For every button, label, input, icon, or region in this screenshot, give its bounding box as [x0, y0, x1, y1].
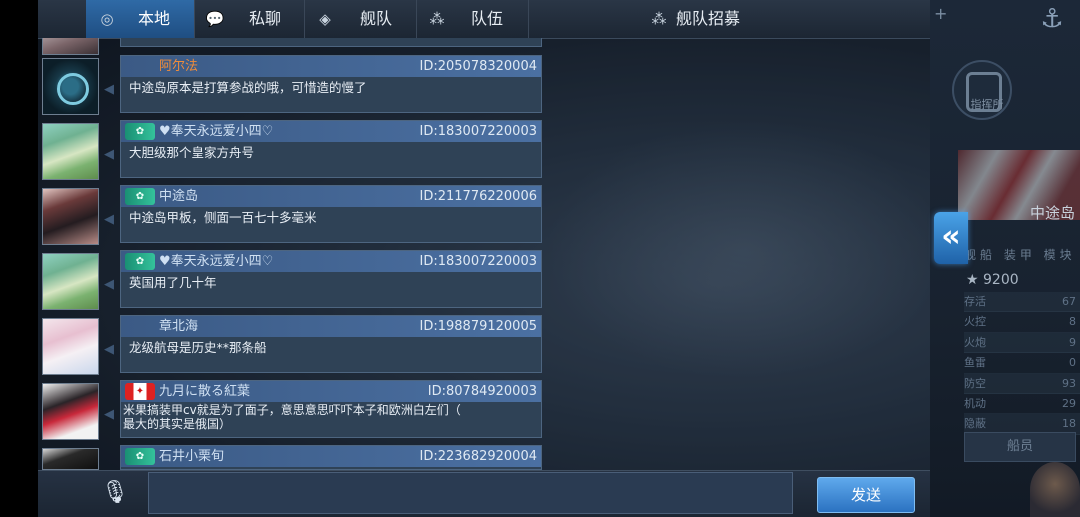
message-bubble [120, 38, 542, 47]
rating-value: 9200 [983, 272, 1019, 288]
message-bubble: 阿尔法 ID:205078320004 中途岛原本是打算参战的哦，可惜造的慢了 [120, 55, 542, 113]
stat-row: 防空 93 [964, 373, 1080, 394]
tab-fleet[interactable]: ◈ 舰队 [304, 0, 417, 38]
avatar[interactable] [42, 253, 99, 310]
sender-name[interactable]: ♥奉天永远爱小四♡ [159, 253, 273, 270]
sender-name[interactable]: 九月に散る紅葉 [159, 383, 250, 400]
message-bubble: ✦ 九月に散る紅葉 ID:80784920003 米果搞装甲cv就是为了面子，意… [120, 380, 542, 438]
stat-row: 火炮 9 [964, 332, 1080, 354]
sender-id: ID:205078320004 [419, 59, 537, 74]
message-list[interactable]: ◀ 阿尔法 ID:205078320004 中途岛原本是打算参战的哦，可惜造的慢… [38, 38, 546, 470]
ship-name: 中途岛 [1030, 204, 1076, 222]
microphone-icon[interactable]: 🎙 [100, 477, 130, 509]
list-item: ◀ ✿ ♥奉天永远爱小四♡ ID:183007220003 英国用了几十年 [38, 250, 546, 310]
sender-name[interactable]: 中途岛 [159, 188, 198, 205]
fleet-badge-icon: ✿ [125, 448, 155, 465]
list-item: ◀ ✿ ♥奉天永远爱小四♡ ID:183007220003 大胆级那个皇家方舟号 [38, 120, 546, 180]
ship-stats: 存活 67 火控 8 火炮 9 鱼雷 0 防空 93 机动 29 隐蔽 18 [964, 292, 1080, 435]
message-text: 中途岛甲板，侧面一百七十多毫米 [129, 210, 317, 225]
crew-button[interactable]: 船员 [964, 432, 1076, 462]
team-icon: ⁂ [429, 10, 445, 28]
list-item: ◀ 章北海 ID:198879120005 龙级航母是历史**那条船 [38, 315, 546, 375]
fleet-badge-icon: ✿ [125, 123, 155, 140]
avatar[interactable] [42, 188, 99, 245]
fleet-badge-icon: ✿ [125, 253, 155, 270]
list-item: ◀ 阿尔法 ID:205078320004 中途岛原本是打算参战的哦，可惜造的慢… [38, 55, 546, 115]
sender-name[interactable]: 石井小栗旬 [159, 448, 224, 465]
tab-team[interactable]: ⁂ 队伍 [416, 0, 529, 38]
tab-fleet-recruit[interactable]: ⁂ 舰队招募 [528, 0, 930, 38]
list-item: ✿ 石井小栗旬 ID:223682920004 [38, 445, 546, 470]
sender-id: ID:211776220006 [419, 189, 537, 204]
globe-icon: ◎ [100, 10, 114, 28]
list-item: ◀ ✦ 九月に散る紅葉 ID:80784920003 米果搞装甲cv就是为了面子… [38, 380, 546, 440]
sender-id: ID:198879120005 [419, 319, 537, 334]
message-bubble: 章北海 ID:198879120005 龙级航母是历史**那条船 [120, 315, 542, 373]
fleet-icon: ◈ [319, 10, 331, 28]
message-bubble: ✿ 中途岛 ID:211776220006 中途岛甲板，侧面一百七十多毫米 [120, 185, 542, 243]
ship-tabs[interactable]: 舰船 装甲 模块 [964, 246, 1080, 263]
stat-row: 存活 67 [964, 292, 1080, 313]
bubble-pointer-icon: ◀ [104, 277, 114, 292]
list-item: ◀ ✿ 中途岛 ID:211776220006 中途岛甲板，侧面一百七十多毫米 [38, 185, 546, 245]
message-text: 龙级航母是历史**那条船 [129, 340, 267, 355]
message-text: 中途岛原本是打算参战的哦，可惜造的慢了 [129, 80, 367, 95]
fleet-badge-icon: ✿ [125, 188, 155, 205]
tab-private-chat[interactable]: 💬 私聊 [194, 0, 305, 38]
command-post-label: 指挥所 [970, 98, 1004, 111]
avatar[interactable] [42, 38, 99, 55]
bubble-pointer-icon: ◀ [104, 82, 114, 97]
avatar[interactable] [42, 318, 99, 375]
flag-badge-icon: ✦ [125, 383, 155, 400]
chat-tab-bar: ◎ 本地 💬 私聊 ◈ 舰队 ⁂ 队伍 ⁂ 舰队招募 [38, 0, 930, 39]
sender-name[interactable]: 阿尔法 [159, 58, 198, 75]
chat-input[interactable] [148, 472, 793, 514]
stat-row: 机动 29 [964, 394, 1080, 415]
sender-id: ID:223682920004 [419, 449, 537, 464]
bubble-pointer-icon: ◀ [104, 342, 114, 357]
sender-name[interactable]: ♥奉天永远爱小四♡ [159, 123, 273, 140]
commander-avatar[interactable] [1030, 462, 1080, 517]
avatar[interactable] [42, 383, 99, 440]
avatar[interactable] [42, 123, 99, 180]
recruit-icon: ⁂ [651, 10, 667, 28]
bubble-pointer-icon: ◀ [104, 212, 114, 227]
sender-id: ID:183007220003 [419, 254, 537, 269]
rating: ★ 9200 [966, 272, 1019, 288]
bubble-pointer-icon: ◀ [104, 407, 114, 422]
sender-id: ID:183007220003 [419, 124, 537, 139]
send-button[interactable]: 发送 [817, 477, 915, 513]
message-text: 英国用了几十年 [129, 275, 217, 290]
star-icon: ★ [966, 272, 979, 288]
letterbox-left [0, 0, 38, 517]
stat-row: 火控 8 [964, 312, 1080, 333]
collapse-chat-button[interactable]: « [934, 212, 968, 264]
stat-row: 鱼雷 0 [964, 353, 1080, 374]
message-bubble: ✿ 石井小栗旬 ID:223682920004 [120, 445, 542, 470]
message-text: 大胆级那个皇家方舟号 [129, 145, 255, 160]
double-chevron-left-icon: « [941, 219, 961, 254]
side-top-icons: + [934, 4, 947, 23]
tab-local[interactable]: ◎ 本地 [86, 0, 195, 38]
sender-id: ID:80784920003 [427, 384, 537, 399]
plus-icon[interactable]: + [934, 4, 947, 23]
avatar[interactable] [42, 448, 99, 470]
sender-name[interactable]: 章北海 [159, 318, 198, 335]
bubble-pointer-icon: ◀ [104, 147, 114, 162]
message-bubble: ✿ ♥奉天永远爱小四♡ ID:183007220003 英国用了几十年 [120, 250, 542, 308]
avatar[interactable] [42, 58, 99, 115]
anchor-icon[interactable]: ⚓ [1036, 4, 1068, 40]
message-text: 米果搞装甲cv就是为了面子，意思意思吓吓本子和欧洲白左们（ 最大的其实是俄国） [123, 403, 461, 431]
message-bubble: ✿ ♥奉天永远爱小四♡ ID:183007220003 大胆级那个皇家方舟号 [120, 120, 542, 178]
chat-bubble-icon: 💬 [205, 10, 225, 28]
